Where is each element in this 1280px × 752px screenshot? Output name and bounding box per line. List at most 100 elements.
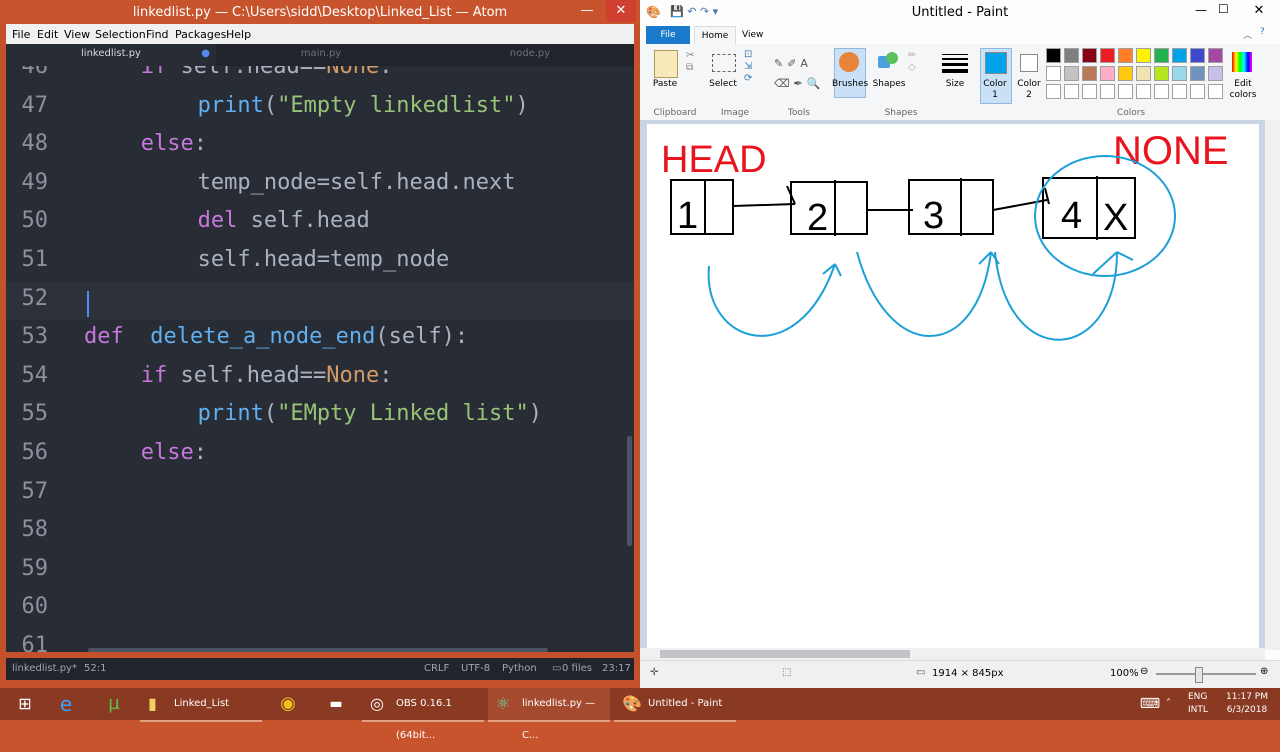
status-encoding[interactable]: UTF-8 — [461, 663, 490, 674]
menu-selection[interactable]: Selection — [95, 28, 146, 41]
utorrent-icon[interactable]: µ — [92, 688, 136, 720]
status-cursor[interactable]: 52:1 — [84, 663, 106, 674]
edit-colors-icon[interactable] — [1232, 52, 1252, 72]
help-icon[interactable]: ? — [1260, 27, 1265, 37]
palette-swatch[interactable] — [1208, 66, 1223, 81]
palette-swatch[interactable] — [1154, 84, 1169, 99]
palette-swatch[interactable] — [1190, 48, 1205, 63]
vertical-scrollbar[interactable] — [1265, 120, 1280, 650]
shapes-icon[interactable] — [878, 52, 900, 72]
cmd-icon[interactable]: ▬ — [314, 688, 358, 720]
palette-swatch[interactable] — [1100, 48, 1115, 63]
menu-help[interactable]: Help — [226, 28, 251, 41]
horizontal-scrollbar[interactable] — [640, 648, 1265, 660]
line-number: 50 — [21, 208, 49, 234]
zoom-in-icon[interactable]: ⊕ — [1260, 666, 1268, 677]
palette-swatch[interactable] — [1208, 84, 1223, 99]
start-icon[interactable]: ⊞ — [6, 688, 44, 720]
status-files[interactable]: 0 files — [562, 663, 592, 674]
file-icon: ▭ — [552, 663, 562, 674]
menu-view[interactable]: View — [64, 28, 90, 41]
palette-swatch[interactable] — [1082, 84, 1097, 99]
canvas-size: 1914 × 845px — [932, 668, 1004, 679]
menu-packages[interactable]: Packages — [175, 28, 226, 41]
language-indicator[interactable]: ENG INTL — [1188, 691, 1218, 717]
tab-linkedlist[interactable]: linkedlist.py ● — [6, 44, 216, 66]
ribbon-tab-home[interactable]: Home — [694, 26, 736, 45]
arrow-head-2 — [1044, 187, 1050, 205]
palette-swatch[interactable] — [1118, 84, 1133, 99]
status-eol[interactable]: CRLF — [424, 663, 449, 674]
palette-swatch[interactable] — [1118, 48, 1133, 63]
palette-swatch[interactable] — [1208, 48, 1223, 63]
vertical-scrollbar[interactable] — [627, 436, 632, 546]
keyboard-icon[interactable]: ⌨ — [1136, 688, 1164, 720]
code-token: self.head== — [180, 66, 327, 79]
palette-swatch[interactable] — [1118, 66, 1133, 81]
ribbon-tab-view[interactable]: View — [742, 30, 763, 40]
clock[interactable]: 11:17 PM 6/3/2018 — [1218, 691, 1276, 717]
zoom-slider[interactable] — [1156, 673, 1256, 675]
palette-swatch[interactable] — [1082, 66, 1097, 81]
close-icon[interactable]: ✕ — [1238, 0, 1280, 22]
menu-file[interactable]: File — [12, 28, 30, 41]
palette-swatch[interactable] — [1100, 66, 1115, 81]
scroll-thumb[interactable] — [660, 650, 910, 658]
crop-resize-rotate-icons[interactable]: ⊡ ⇲ ⟳ — [744, 49, 752, 85]
palette-swatch[interactable] — [1046, 66, 1061, 81]
select-icon[interactable] — [712, 54, 736, 72]
taskbar-linked-list[interactable]: ▮ Linked_List — [140, 688, 262, 722]
close-icon[interactable]: ✕ — [606, 0, 636, 22]
zoom-slider-thumb[interactable] — [1195, 667, 1203, 683]
menu-find[interactable]: Find — [146, 28, 169, 41]
palette-swatch[interactable] — [1064, 84, 1079, 99]
palette-swatch[interactable] — [1064, 48, 1079, 63]
palette-swatch[interactable] — [1172, 66, 1187, 81]
taskbar-atom[interactable]: ⚛ linkedlist.py — C... — [488, 688, 610, 741]
collapse-ribbon-icon[interactable]: ︿ — [1243, 28, 1252, 41]
menu-edit[interactable]: Edit — [37, 28, 58, 41]
drawing-canvas[interactable]: HEAD NONE 1 2 3 4 X — [647, 124, 1259, 648]
clock-time: 11:17 PM — [1226, 692, 1268, 702]
palette-swatch[interactable] — [1136, 48, 1151, 63]
outline-fill-icons[interactable]: ✏ ◇ — [908, 50, 916, 74]
horizontal-scrollbar[interactable] — [88, 648, 548, 652]
taskbar-paint[interactable]: 🎨 Untitled - Paint — [614, 688, 736, 722]
tab-node[interactable]: node.py — [426, 44, 634, 66]
size-icon[interactable] — [942, 54, 968, 73]
tab-main[interactable]: main.py — [216, 44, 426, 66]
ribbon-tab-file[interactable]: File — [646, 26, 690, 44]
palette-swatch[interactable] — [1100, 84, 1115, 99]
ie-icon[interactable]: e — [44, 688, 88, 720]
code-token: if — [140, 66, 181, 79]
palette-swatch[interactable] — [1172, 48, 1187, 63]
taskbar-obs[interactable]: ◎ OBS 0.16.1 (64bit... — [362, 688, 484, 741]
palette-swatch[interactable] — [1046, 84, 1061, 99]
node-3-box — [908, 179, 994, 235]
palette-swatch[interactable] — [1136, 66, 1151, 81]
palette-swatch[interactable] — [1154, 48, 1169, 63]
palette-swatch[interactable] — [1172, 84, 1187, 99]
code-editor[interactable]: 46 if self.head==None: 47 print("Empty link… — [6, 66, 634, 652]
status-grammar[interactable]: Python — [502, 663, 537, 674]
chrome-icon[interactable]: ◉ — [266, 688, 310, 720]
tab-label: linkedlist.py — [81, 48, 141, 59]
palette-swatch[interactable] — [1190, 84, 1205, 99]
palette-swatch[interactable] — [1190, 66, 1205, 81]
zoom-out-icon[interactable]: ⊖ — [1140, 666, 1148, 677]
maximize-icon[interactable]: ☐ — [1218, 2, 1229, 16]
paste-icon[interactable] — [654, 50, 678, 78]
tray-arrow-icon[interactable]: ˄ — [1166, 688, 1178, 720]
palette-swatch[interactable] — [1046, 48, 1061, 63]
tools-icons[interactable]: ✎✐A ⌫✒🔍 — [774, 54, 824, 94]
edit-colors-text: Edit — [1234, 79, 1252, 89]
cut-copy-icons[interactable]: ✂ ⧉ — [686, 50, 694, 74]
color2-swatch[interactable] — [1020, 54, 1038, 72]
palette-swatch[interactable] — [1136, 84, 1151, 99]
palette-swatch[interactable] — [1082, 48, 1097, 63]
palette-swatch[interactable] — [1064, 66, 1079, 81]
line-number: 59 — [21, 555, 49, 581]
status-file[interactable]: linkedlist.py* — [12, 663, 77, 674]
minimize-icon[interactable]: — — [1195, 3, 1207, 17]
palette-swatch[interactable] — [1154, 66, 1169, 81]
